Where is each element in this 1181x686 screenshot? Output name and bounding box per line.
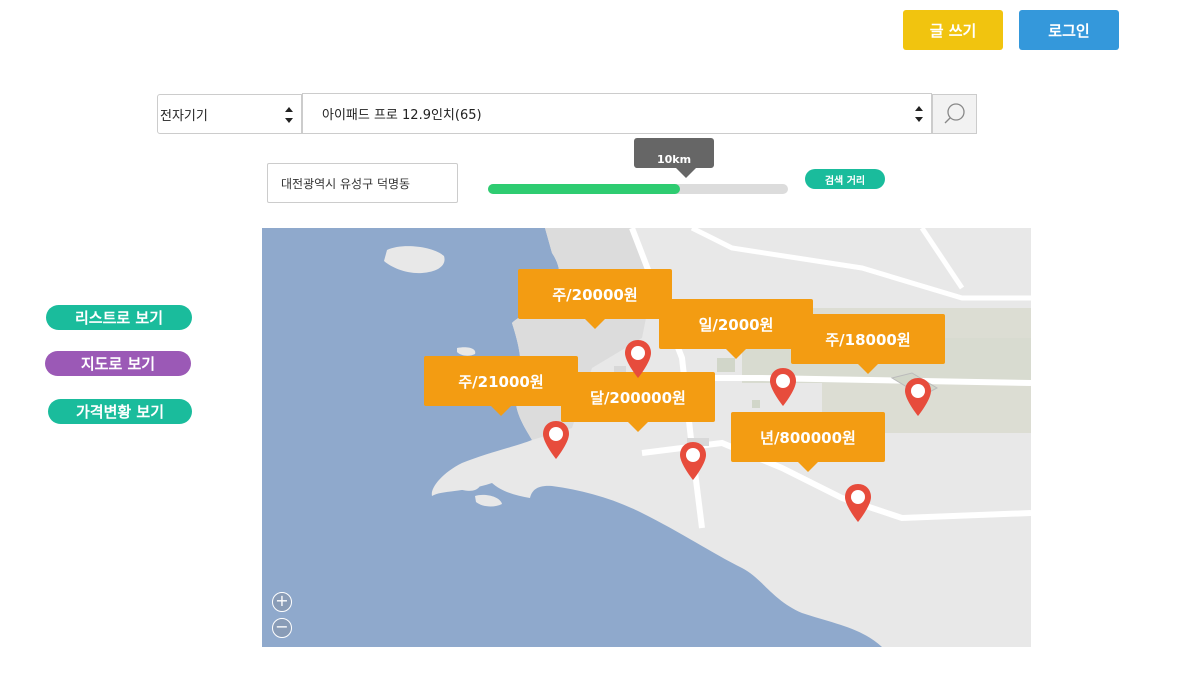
location-value: 대전광역시 유성구 덕명동 <box>281 176 411 191</box>
map[interactable]: 주/20000원 일/2000원 주/18000원 주/21000원 달/200… <box>262 228 1031 647</box>
select-arrows-icon <box>285 107 293 123</box>
search-button[interactable] <box>932 94 977 134</box>
product-select-value: 아이패드 프로 12.9인치(65) <box>322 108 482 123</box>
distance-badge: 검색 거리 <box>805 169 885 189</box>
price-label[interactable]: 일/2000원 <box>659 299 813 359</box>
location-field[interactable]: 대전광역시 유성구 덕명동 <box>267 163 458 203</box>
distance-slider-fill <box>488 184 680 194</box>
search-icon <box>944 103 965 124</box>
zoom-out-button[interactable]: − <box>272 618 292 638</box>
price-label[interactable]: 주/20000원 <box>518 269 672 329</box>
price-label[interactable]: 주/21000원 <box>424 356 578 416</box>
page: 글 쓰기 로그인 전자기기 아이패드 프로 12.9인치(65) 대전광역시 유… <box>0 0 1181 686</box>
category-select-value: 전자기기 <box>160 108 208 124</box>
category-select[interactable]: 전자기기 <box>157 94 302 134</box>
price-view-button[interactable]: 가격변황 보기 <box>48 399 192 424</box>
map-pin-icon[interactable] <box>541 419 571 461</box>
product-select[interactable]: 아이패드 프로 12.9인치(65) <box>302 93 932 134</box>
map-pin-icon[interactable] <box>843 482 873 524</box>
list-view-button[interactable]: 리스트로 보기 <box>46 305 192 330</box>
distance-tooltip: 10km <box>634 138 714 178</box>
write-post-button[interactable]: 글 쓰기 <box>903 10 1003 50</box>
select-arrows-icon <box>915 106 923 122</box>
price-label[interactable]: 주/18000원 <box>791 314 945 374</box>
map-pin-icon[interactable] <box>623 338 653 380</box>
map-view-button[interactable]: 지도로 보기 <box>45 351 191 376</box>
map-pin-icon[interactable] <box>678 440 708 482</box>
price-label[interactable]: 년/800000원 <box>731 412 885 472</box>
map-pin-icon[interactable] <box>903 376 933 418</box>
zoom-in-button[interactable]: + <box>272 592 292 612</box>
login-button[interactable]: 로그인 <box>1019 10 1119 50</box>
map-pin-icon[interactable] <box>768 366 798 408</box>
distance-tooltip-text: 10km <box>656 153 692 166</box>
distance-slider[interactable] <box>488 184 788 194</box>
